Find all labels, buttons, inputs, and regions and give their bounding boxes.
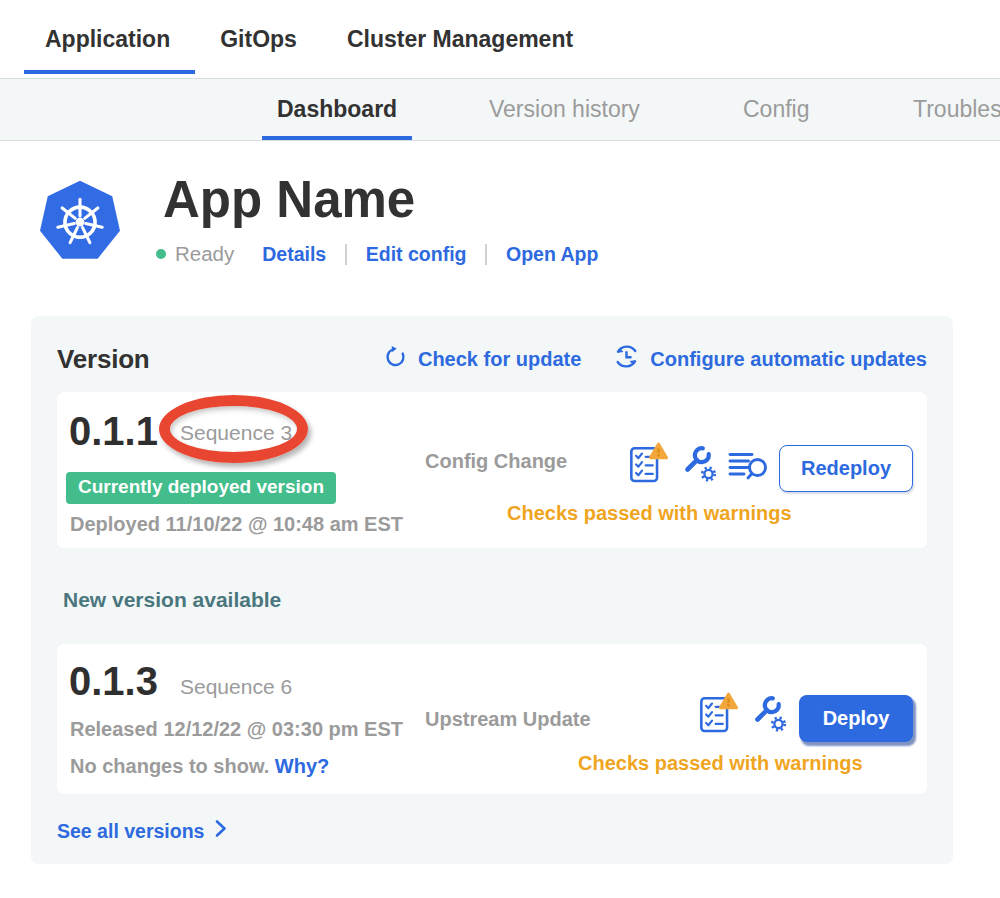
- checks-status-text: Checks passed with warnings: [578, 753, 863, 773]
- gear-icon: [772, 718, 785, 731]
- divider: [485, 244, 487, 265]
- configure-automatic-updates-link[interactable]: Configure automatic updates: [613, 343, 927, 375]
- see-all-versions-link[interactable]: See all versions: [57, 819, 927, 843]
- subtab-troubleshoot[interactable]: Troubleshoot: [913, 79, 1000, 140]
- tab-application[interactable]: Application: [45, 0, 170, 78]
- changes-note: No changes to show. Why?: [70, 756, 329, 776]
- primary-nav: Application GitOps Cluster Management: [0, 0, 1000, 78]
- preflight-checks-icon[interactable]: [698, 690, 738, 739]
- subtab-dashboard[interactable]: Dashboard: [277, 79, 397, 140]
- checks-status-text: Checks passed with warnings: [507, 503, 792, 523]
- redeploy-button[interactable]: Redeploy: [779, 445, 913, 492]
- version-card: Version Check for update: [31, 316, 953, 864]
- status-text: Ready: [175, 242, 234, 266]
- auto-update-clock-icon: [613, 343, 640, 375]
- edit-config-wrench-icon[interactable]: [748, 693, 788, 739]
- current-version-sequence: Sequence 3: [180, 422, 292, 443]
- kubernetes-logo: [37, 178, 123, 268]
- subtab-config[interactable]: Config: [743, 79, 809, 140]
- tab-cluster-management[interactable]: Cluster Management: [347, 0, 573, 78]
- version-source-label: Config Change: [425, 451, 567, 471]
- gear-icon: [702, 468, 715, 481]
- current-version-number: 0.1.1: [69, 411, 158, 451]
- refresh-icon: [383, 344, 408, 374]
- new-version-number: 0.1.3: [69, 661, 158, 701]
- new-version-heading: New version available: [63, 588, 927, 611]
- view-files-diff-icon[interactable]: [728, 449, 768, 489]
- app-header: App Name Ready Details Edit config Open …: [37, 178, 1000, 268]
- deployed-timestamp: Deployed 11/10/22 @ 10:48 am EST: [70, 514, 403, 534]
- new-version-sequence: Sequence 6: [180, 676, 292, 697]
- current-version-card: 0.1.1 Sequence 3 Currently deployed vers…: [57, 392, 927, 548]
- warning-triangle-icon: [650, 444, 666, 458]
- warning-triangle-icon: [720, 694, 736, 708]
- open-app-link[interactable]: Open App: [506, 243, 598, 266]
- check-for-update-link[interactable]: Check for update: [383, 343, 581, 375]
- released-timestamp: Released 12/12/22 @ 03:30 pm EST: [70, 719, 403, 739]
- deploy-button[interactable]: Deploy: [799, 695, 913, 742]
- version-heading: Version: [57, 344, 150, 375]
- preflight-checks-icon[interactable]: [628, 440, 668, 489]
- currently-deployed-badge: Currently deployed version: [66, 472, 336, 504]
- divider: [345, 244, 347, 265]
- chevron-right-icon: [214, 819, 227, 843]
- app-name-title: App Name: [163, 174, 598, 225]
- details-link[interactable]: Details: [262, 243, 326, 266]
- subtab-version-history[interactable]: Version history: [489, 79, 640, 140]
- edit-config-wrench-icon[interactable]: [678, 443, 718, 489]
- new-version-card: 0.1.3 Sequence 6 Released 12/12/22 @ 03:…: [57, 644, 927, 794]
- app-subnav: Dashboard Version history Config Trouble…: [0, 78, 1000, 141]
- tab-gitops[interactable]: GitOps: [220, 0, 297, 78]
- status-dot-ready: [156, 249, 166, 259]
- edit-config-link[interactable]: Edit config: [366, 243, 467, 266]
- why-link[interactable]: Why?: [275, 755, 329, 777]
- version-source-label: Upstream Update: [425, 709, 591, 729]
